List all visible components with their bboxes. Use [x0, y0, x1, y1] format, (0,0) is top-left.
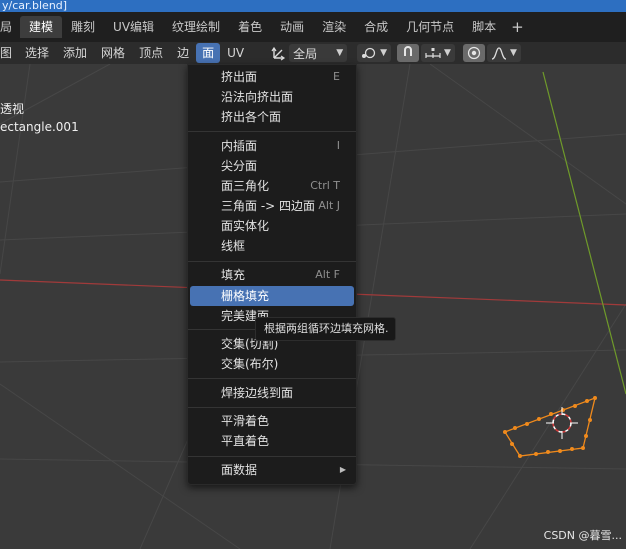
- y-axis-line: [542, 71, 626, 395]
- menu-item-label: 三角面 -> 四边面: [221, 199, 316, 213]
- menu-select[interactable]: 选择: [18, 43, 56, 63]
- menu-separator: [188, 407, 356, 408]
- menu-item-intersect-boolean[interactable]: 交集(布尔): [190, 354, 354, 374]
- menu-item-extrude-individual[interactable]: 挤出各个面: [190, 107, 354, 127]
- transform-orientation-dropdown[interactable]: 全局 ▼: [271, 44, 348, 62]
- menu-item-label: 栅格填充: [221, 289, 270, 303]
- workspace-tab-bar: 局 建模 雕刻 UV编辑 纹理绘制 着色 动画 渲染 合成 几何节点 脚本 +: [0, 12, 626, 42]
- 3d-cursor-icon: [546, 407, 578, 439]
- menu-item-label: 线框: [221, 239, 246, 253]
- menu-item-label: 焊接边线到面: [221, 386, 294, 400]
- orientation-gizmo-icon: [271, 45, 289, 61]
- menu-item-label: 面实体化: [221, 219, 270, 233]
- workspace-tab-shading[interactable]: 着色: [229, 16, 271, 38]
- window-title: y/car.blend]: [0, 0, 626, 12]
- menu-add[interactable]: 添加: [56, 43, 94, 63]
- proportional-edit-icon: [467, 46, 481, 60]
- menu-item-extrude-along-normals[interactable]: 沿法向挤出面: [190, 87, 354, 107]
- workspace-tab-uv-editing[interactable]: UV编辑: [104, 16, 163, 38]
- menu-item-inset-faces[interactable]: 内插面 I: [190, 136, 354, 156]
- menu-item-tris-to-quads[interactable]: 三角面 -> 四边面 Alt J: [190, 196, 354, 216]
- menu-item-label: 挤出面: [221, 70, 258, 84]
- menu-item-shade-smooth[interactable]: 平滑着色: [190, 411, 354, 431]
- menu-item-shortcut: Alt F: [315, 268, 340, 281]
- menu-item-label: 面三角化: [221, 179, 270, 193]
- menu-item-extrude-faces[interactable]: 挤出面 E: [190, 67, 354, 87]
- menu-item-triangulate-faces[interactable]: 面三角化 Ctrl T: [190, 176, 354, 196]
- viewport-header: 图 选择 添加 网格 顶点 边 面 UV 全局 ▼ ▼ ▼ ▼: [0, 42, 626, 64]
- workspace-tab-geometry-nodes[interactable]: 几何节点: [397, 16, 463, 38]
- workspace-tab-modeling[interactable]: 建模: [20, 16, 63, 38]
- chevron-down-icon: ▼: [444, 48, 451, 58]
- watermark-text: CSDN @暮雪...: [543, 529, 622, 542]
- menu-separator: [188, 456, 356, 457]
- menu-item-label: 沿法向挤出面: [221, 90, 294, 104]
- workspace-tab-layout[interactable]: 局: [0, 16, 20, 38]
- pivot-point-dropdown[interactable]: ▼: [357, 44, 392, 62]
- falloff-curve-icon: [491, 46, 507, 60]
- workspace-tab-scripting[interactable]: 脚本: [463, 16, 505, 38]
- menu-mesh[interactable]: 网格: [94, 43, 132, 63]
- add-workspace-button[interactable]: +: [505, 18, 530, 36]
- snap-increment-icon: [425, 47, 441, 59]
- menu-item-fill[interactable]: 填充 Alt F: [190, 265, 354, 285]
- menu-item-label: 尖分面: [221, 159, 258, 173]
- menu-edge[interactable]: 边: [170, 43, 196, 63]
- menu-view[interactable]: 图: [0, 43, 18, 63]
- menu-item-solidify-faces[interactable]: 面实体化: [190, 216, 354, 236]
- menu-item-shortcut: Ctrl T: [310, 179, 340, 192]
- menu-face[interactable]: 面: [196, 43, 221, 63]
- workspace-tab-texture-paint[interactable]: 纹理绘制: [163, 16, 229, 38]
- view-perspective-label: 透视: [0, 102, 25, 116]
- menu-item-label: 内插面: [221, 139, 258, 153]
- snap-group: ▼: [397, 44, 455, 62]
- chevron-down-icon: ▼: [380, 48, 388, 58]
- menu-item-label: 交集(布尔): [221, 357, 279, 371]
- menu-uv[interactable]: UV: [220, 43, 251, 63]
- menu-item-shortcut: E: [333, 70, 340, 83]
- active-object-label: ectangle.001: [0, 120, 79, 134]
- grid-fill-tooltip: 根据两组循环边填充网格.: [255, 317, 396, 341]
- menu-item-label: 填充: [221, 268, 246, 282]
- menu-item-label: 平直着色: [221, 434, 270, 448]
- proportional-edit-group: ▼: [462, 44, 521, 62]
- selected-mesh-outline: [503, 396, 597, 458]
- pivot-icon: [361, 46, 377, 60]
- menu-item-grid-fill[interactable]: 栅格填充: [190, 286, 354, 306]
- chevron-down-icon: ▼: [509, 48, 517, 58]
- menu-item-shade-flat[interactable]: 平直着色: [190, 431, 354, 451]
- menu-item-weld-edges-into-faces[interactable]: 焊接边线到面: [190, 383, 354, 403]
- proportional-edit-toggle[interactable]: [462, 44, 485, 62]
- submenu-arrow-icon: ▶: [339, 465, 346, 474]
- falloff-dropdown[interactable]: ▼: [486, 44, 521, 62]
- workspace-tab-compositing[interactable]: 合成: [355, 16, 397, 38]
- menu-item-label: 面数据: [221, 463, 258, 477]
- orientation-label: 全局: [293, 46, 318, 61]
- menu-separator: [188, 261, 356, 262]
- workspace-tab-sculpting[interactable]: 雕刻: [62, 16, 104, 38]
- snap-target-dropdown[interactable]: ▼: [421, 44, 455, 62]
- menu-item-label: 平滑着色: [221, 414, 270, 428]
- menu-item-shortcut: Alt J: [318, 199, 340, 212]
- menu-item-label: 挤出各个面: [221, 110, 282, 124]
- menu-separator: [188, 378, 356, 379]
- chevron-down-icon: ▼: [336, 48, 344, 58]
- menu-item-poke-faces[interactable]: 尖分面: [190, 156, 354, 176]
- menu-separator: [188, 131, 356, 132]
- menu-item-face-data[interactable]: 面数据 ▶: [190, 460, 354, 480]
- menu-vertex[interactable]: 顶点: [132, 43, 170, 63]
- magnet-icon: [401, 46, 415, 60]
- workspace-tab-rendering[interactable]: 渲染: [313, 16, 355, 38]
- face-menu-dropdown: 挤出面 E 沿法向挤出面 挤出各个面 内插面 I 尖分面 面三角化 Ctrl T 三角…: [187, 64, 357, 485]
- menu-item-wireframe[interactable]: 线框: [190, 236, 354, 256]
- menu-item-shortcut: I: [336, 139, 340, 152]
- snap-toggle-button[interactable]: [397, 44, 420, 62]
- workspace-tab-animation[interactable]: 动画: [271, 16, 313, 38]
